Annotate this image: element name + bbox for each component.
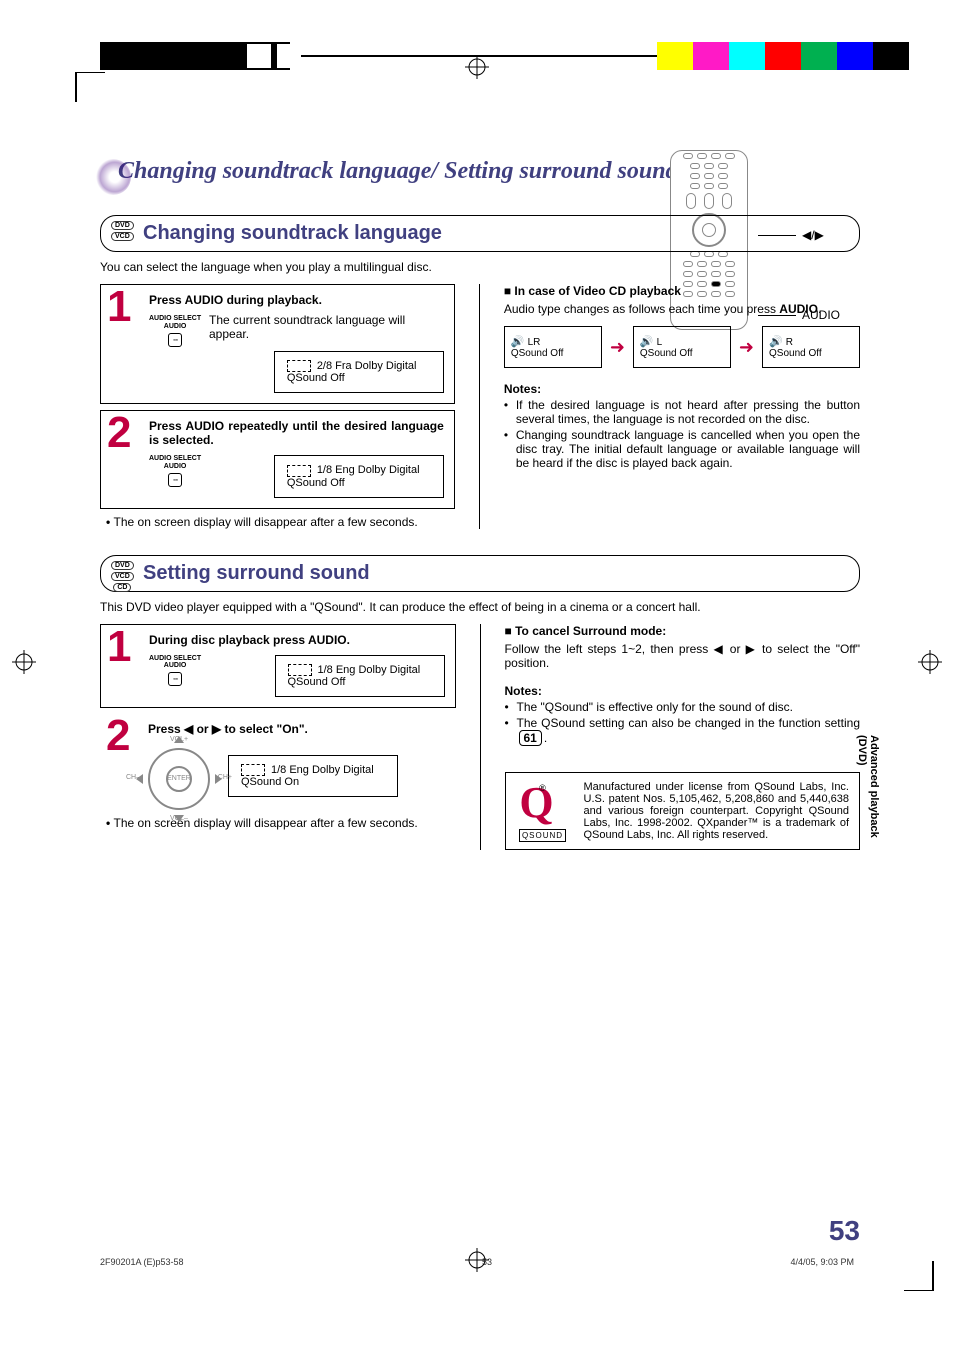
note-item: If the desired language is not heard aft…	[504, 398, 860, 426]
notes-list: The "QSound" is effective only for the s…	[505, 700, 861, 746]
page-title-block: Changing soundtrack language/ Setting su…	[100, 155, 860, 187]
section-surround-sound: DVD VCD CD Setting surround sound	[100, 555, 860, 592]
surround-step2: 2 Press ◀ or ▶ to select "On". VOL+ CH– …	[100, 714, 456, 810]
footer-right: 4/4/05, 9:03 PM	[790, 1257, 854, 1267]
qsound-logo-icon: Q® QSOUND	[514, 781, 572, 842]
step1-body: The current soundtrack language will app…	[209, 313, 444, 341]
audio-lr-box: LRQSound Off	[504, 326, 602, 368]
section-title: Setting surround sound	[143, 562, 847, 585]
nav-control-icon: VOL+ CH– CH+ VOL– ENTER	[148, 748, 210, 810]
crop-mark-tl-icon	[75, 72, 105, 102]
note-item: The "QSound" is effective only for the s…	[505, 700, 861, 714]
osd-display: 1/8 Eng Dolby Digital QSound Off	[275, 655, 445, 697]
registration-mark-left-icon	[12, 650, 36, 677]
title-bullet-icon	[95, 159, 131, 195]
step-number-1: 1	[107, 285, 131, 329]
registration-mark-right-icon	[918, 650, 942, 677]
step1-head: During disc playback press AUDIO.	[149, 633, 445, 647]
step2-head: Press ◀ or ▶ to select "On".	[148, 722, 446, 736]
notes-list: If the desired language is not heard aft…	[504, 398, 860, 470]
qsound-license-box: Q® QSOUND Manufactured under license fro…	[505, 772, 861, 850]
notes-heading: Notes:	[505, 684, 861, 698]
step2-note: The on screen display will disappear aft…	[118, 515, 455, 529]
section2-intro: This DVD video player equipped with a "Q…	[100, 600, 860, 614]
disc-type-icons: DVD VCD	[111, 220, 134, 242]
osd-display: 1/8 Eng Dolby Digital QSound Off	[274, 455, 444, 497]
cancel-heading: To cancel Surround mode:	[505, 624, 861, 638]
page-number: 53	[829, 1215, 860, 1247]
step1-box: 1 Press AUDIO during playback. AUDIO SEL…	[100, 284, 455, 404]
audio-button-icon: AUDIO SELECTAUDIO	[149, 655, 201, 686]
registration-mark-top-icon	[465, 55, 489, 79]
section-title: Changing soundtrack language	[143, 222, 847, 245]
vcd-heading: In case of Video CD playback	[504, 284, 860, 298]
step2-box: 2 Press AUDIO repeatedly until the desir…	[100, 410, 455, 508]
arrow-right-icon: ➜	[739, 337, 754, 358]
step1-head: Press AUDIO during playback.	[149, 293, 444, 307]
audio-button-icon: AUDIO SELECTAUDIO	[149, 455, 201, 486]
step-number-2: 2	[107, 411, 131, 455]
osd-display: 1/8 Eng Dolby Digital QSound On	[228, 755, 398, 797]
step-number-1: 1	[107, 625, 131, 669]
audio-button-icon: AUDIO SELECTAUDIO	[149, 315, 201, 346]
audio-l-box: LQSound Off	[633, 326, 731, 368]
arrow-right-icon: ➜	[610, 337, 625, 358]
registration-mark-bottom-icon	[465, 1248, 489, 1275]
vcd-body: Audio type changes as follows each time …	[504, 302, 860, 316]
note-item: Changing soundtrack language is cancelle…	[504, 428, 860, 470]
section-changing-language: DVD VCD Changing soundtrack language	[100, 215, 860, 252]
osd-display: 2/8 Fra Dolby Digital QSound Off	[274, 351, 444, 393]
note-item: The QSound setting can also be changed i…	[505, 716, 861, 746]
side-tab: Advanced playback (DVD)	[856, 735, 880, 850]
surround-note: The on screen display will disappear aft…	[118, 816, 456, 830]
step2-head: Press AUDIO repeatedly until the desired…	[149, 419, 444, 447]
notes-heading: Notes:	[504, 382, 860, 396]
step-number-2: 2	[106, 714, 130, 758]
disc-type-icons: DVD VCD CD	[111, 560, 134, 593]
surround-step1: 1 During disc playback press AUDIO. AUDI…	[100, 624, 456, 708]
vcd-flow: LRQSound Off ➜ LQSound Off ➜ RQSound Off	[504, 326, 860, 368]
audio-r-box: RQSound Off	[762, 326, 860, 368]
footer-left: 2F90201A (E)p53-58	[100, 1257, 184, 1267]
crop-mark-br-icon	[904, 1261, 934, 1291]
cancel-body: Follow the left steps 1~2, then press ◀ …	[505, 642, 861, 670]
qsound-text: Manufactured under license from QSound L…	[584, 781, 850, 841]
